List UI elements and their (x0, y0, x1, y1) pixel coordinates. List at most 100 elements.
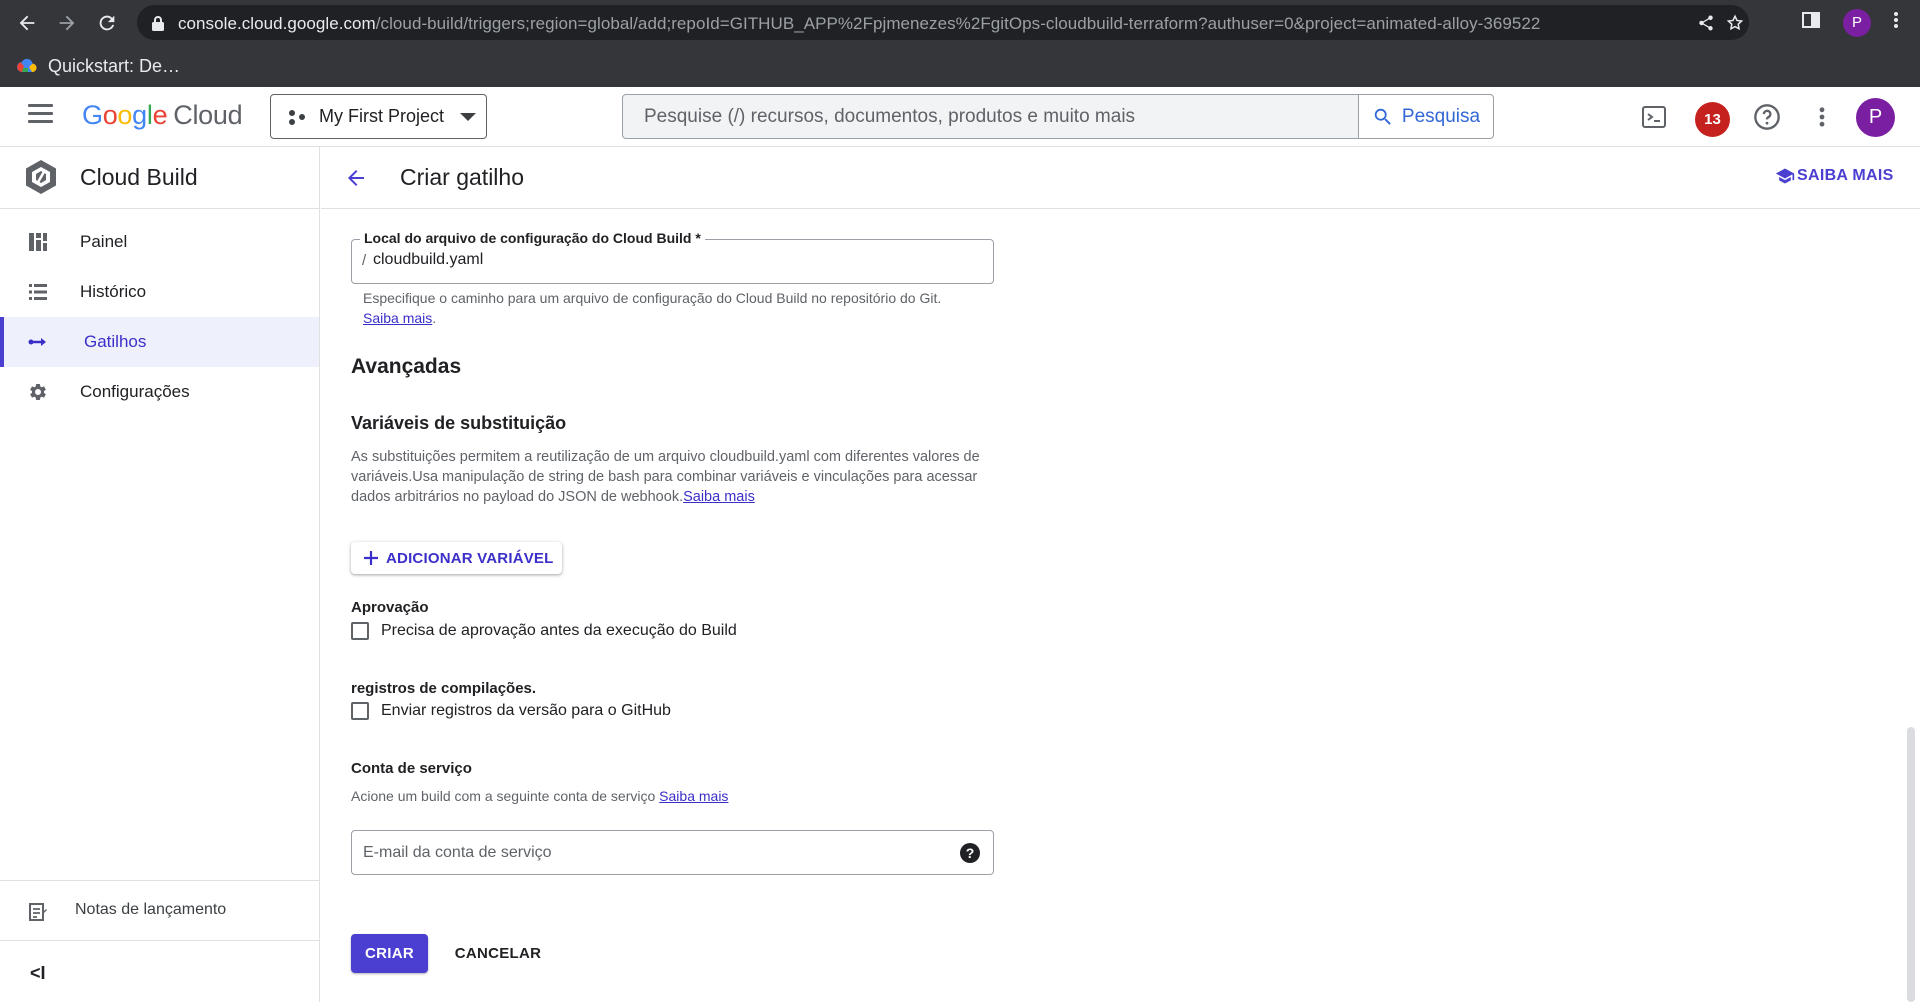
browser-chrome: console.cloud.google.com/cloud-build/tri… (0, 0, 1920, 87)
sidebar: Cloud Build Painel Histórico Gatilhos Co… (0, 147, 320, 1002)
star-icon[interactable] (1726, 14, 1744, 32)
build-logs-checkbox-row[interactable]: Enviar registros da versão para o GitHub (351, 702, 671, 720)
build-logs-checkbox-label: Enviar registros da versão para o GitHub (381, 702, 671, 719)
side-panel-icon[interactable] (1801, 10, 1825, 34)
create-button[interactable]: CRIAR (351, 934, 428, 973)
bookmark-quickstart[interactable]: Quickstart: De… (16, 54, 180, 78)
browser-forward-button[interactable] (54, 10, 80, 36)
approval-checkbox-row[interactable]: Precisa de aprovação antes da execução d… (351, 622, 737, 640)
notifications-badge[interactable]: 13 (1695, 102, 1730, 137)
approval-checkbox[interactable] (351, 622, 369, 640)
browser-reload-button[interactable] (94, 10, 120, 36)
cancel-button[interactable]: CANCELAR (448, 934, 548, 973)
back-arrow-icon[interactable] (344, 166, 368, 190)
config-location-prefix: / (362, 252, 367, 269)
sidebar-item-release-notes[interactable]: Notas de lançamento (0, 880, 319, 941)
address-bar[interactable]: console.cloud.google.com/cloud-build/tri… (137, 5, 1749, 40)
sidebar-item-gatilhos[interactable]: Gatilhos (0, 317, 319, 367)
substitution-heading: Variáveis de substituição (351, 413, 567, 433)
bookmark-label: Quickstart: De… (48, 55, 181, 76)
sidebar-item-label: Histórico (80, 282, 147, 301)
form-content: Local do arquivo de configuração do Clou… (321, 210, 1901, 1002)
service-account-heading: Conta de serviço (351, 760, 472, 777)
sidebar-item-painel[interactable]: Painel (0, 217, 319, 267)
sidebar-item-label: Painel (80, 232, 128, 251)
learn-more-label: SAIBA MAIS (1797, 167, 1894, 184)
substitution-learn-more-link[interactable]: Saiba mais (683, 489, 755, 505)
list-icon (29, 284, 47, 300)
service-account-description-text: Acione um build com a seguinte conta de … (351, 788, 660, 804)
config-location-hint-end: . (432, 310, 437, 326)
config-location-learn-more-link[interactable]: Saiba mais (363, 310, 432, 326)
share-icon[interactable] (1697, 14, 1715, 32)
sidebar-item-historico[interactable]: Histórico (0, 267, 319, 317)
approval-checkbox-label: Precisa de aprovação antes da execução d… (381, 622, 737, 639)
config-location-value[interactable]: cloudbuild.yaml (373, 251, 483, 269)
approval-heading: Aprovação (351, 599, 429, 616)
trigger-arrows-icon (28, 338, 46, 346)
add-variable-button[interactable]: ADICIONAR VARIÁVEL (351, 542, 562, 574)
learn-more-button[interactable]: SAIBA MAIS (1775, 166, 1894, 186)
page-title: Criar gatilho (400, 164, 524, 190)
project-picker[interactable]: My First Project (270, 94, 487, 139)
browser-back-button[interactable] (14, 10, 40, 36)
google-cloud-logo[interactable]: Google Cloud (82, 100, 243, 131)
search-input[interactable] (623, 95, 1358, 138)
search-button[interactable]: Pesquisa (1358, 95, 1493, 138)
arrow-left-icon (19, 15, 35, 31)
main-menu-icon[interactable] (28, 104, 56, 130)
search-button-label: Pesquisa (1401, 105, 1481, 127)
release-notes-icon (29, 903, 47, 921)
address-bar-url: console.cloud.google.com/cloud-build/tri… (178, 14, 1540, 34)
substitution-description-text: As substituições permitem a reutilização… (351, 449, 980, 505)
substitution-description: As substituições permitem a reutilização… (351, 447, 991, 507)
dashboard-icon (29, 233, 47, 251)
collapse-sidebar-button[interactable]: <I (30, 963, 50, 983)
service-account-learn-more-link[interactable]: Saiba mais (659, 788, 728, 804)
sidebar-header: Cloud Build (0, 147, 319, 209)
bookmarks-bar: Quickstart: De… (0, 45, 1920, 87)
sidebar-item-label: Gatilhos (84, 332, 147, 351)
url-host: console.cloud.google.com (178, 14, 376, 33)
page-scrollbar-thumb[interactable] (1907, 727, 1915, 1002)
product-name: Cloud Build (80, 164, 198, 190)
gear-icon (30, 384, 46, 400)
question-help-icon[interactable]: ? (960, 843, 980, 863)
build-logs-heading: registros de compilações. (351, 680, 537, 697)
sidebar-item-configuracoes[interactable]: Configurações (0, 367, 319, 417)
plus-icon (364, 551, 378, 565)
config-location-field[interactable]: Local do arquivo de configuração do Clou… (351, 230, 994, 284)
advanced-heading: Avançadas (351, 355, 462, 378)
google-cloud-favicon-icon (17, 58, 37, 73)
service-account-field: ? (351, 830, 994, 875)
url-path: /cloud-build/triggers;region=global/add;… (375, 14, 1541, 33)
user-avatar[interactable]: P (1856, 98, 1895, 137)
browser-menu-icon[interactable] (1886, 10, 1910, 34)
more-options-icon[interactable] (1808, 103, 1836, 131)
build-logs-checkbox[interactable] (351, 702, 369, 720)
console-header: GoogleCloud My First Project Pesquisa 13… (0, 87, 1920, 147)
search-bar: Pesquisa (622, 94, 1494, 139)
sidebar-item-label: Notas de lançamento (75, 901, 227, 918)
sidebar-item-label: Configurações (80, 382, 190, 401)
page-header: Criar gatilho SAIBA MAIS (321, 147, 1920, 209)
project-name: My First Project (319, 106, 445, 126)
school-icon (1775, 168, 1795, 184)
caret-down-icon (460, 112, 477, 121)
lock-icon (152, 16, 164, 31)
search-icon (1374, 108, 1391, 125)
help-icon[interactable] (1753, 103, 1781, 131)
service-account-email-input[interactable] (352, 831, 912, 874)
config-location-hint-text: Especifique o caminho para um arquivo de… (363, 290, 942, 306)
project-dots-icon (289, 109, 305, 125)
reload-icon (99, 15, 115, 31)
add-variable-label: ADICIONAR VARIÁVEL (386, 549, 554, 567)
service-account-description: Acione um build com a seguinte conta de … (351, 786, 728, 806)
browser-profile-avatar[interactable]: P (1843, 9, 1871, 37)
config-location-hint: Especifique o caminho para um arquivo de… (363, 288, 978, 328)
cloud-build-icon (26, 160, 56, 194)
config-location-legend: Local do arquivo de configuração do Clou… (360, 230, 705, 246)
browser-toolbar: console.cloud.google.com/cloud-build/tri… (0, 0, 1920, 45)
cloud-shell-icon[interactable] (1640, 103, 1668, 131)
arrow-right-icon (59, 15, 75, 31)
